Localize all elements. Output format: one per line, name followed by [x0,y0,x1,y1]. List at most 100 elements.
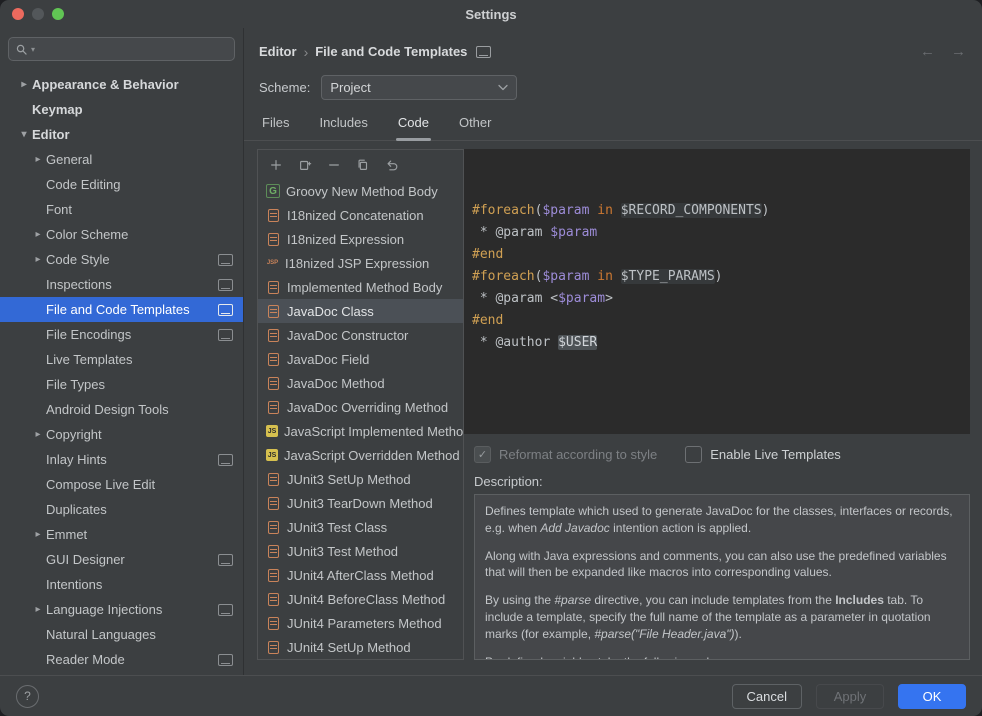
sidebar-item-label: Inlay Hints [46,452,107,467]
sidebar-item-appearance-behavior[interactable]: ▸Appearance & Behavior [0,72,243,97]
sidebar-item-copyright[interactable]: ▸Copyright [0,422,243,447]
reset-template-icon[interactable] [384,157,400,173]
template-item-i18nized-concatenation[interactable]: I18nized Concatenation [258,203,463,227]
breadcrumb-editor[interactable]: Editor [259,44,297,59]
sidebar-item-code-style[interactable]: ▸Code Style [0,247,243,272]
template-item-junit3-test-class[interactable]: JUnit3 Test Class [258,515,463,539]
chevron-right-icon[interactable]: ▸ [30,429,46,440]
template-item-javadoc-field[interactable]: JavaDoc Field [258,347,463,371]
scheme-label: Scheme: [259,80,310,95]
template-item-junit4-parameters-method[interactable]: JUnit4 Parameters Method [258,611,463,635]
sidebar-item-intentions[interactable]: Intentions [0,572,243,597]
sidebar-item-general[interactable]: ▸General [0,147,243,172]
search-icon [15,43,28,56]
apply-button[interactable]: Apply [816,684,884,709]
template-item-javadoc-constructor[interactable]: JavaDoc Constructor [258,323,463,347]
sidebar-item-editor[interactable]: ▾Editor [0,122,243,147]
search-history-icon[interactable]: ▾ [31,45,35,54]
template-editor-code: #foreach($param in $RECORD_COMPONENTS) *… [472,200,962,354]
chevron-right-icon[interactable]: ▸ [30,254,46,265]
sidebar-item-compose-live-edit[interactable]: Compose Live Edit [0,472,243,497]
template-item-javadoc-method[interactable]: JavaDoc Method [258,371,463,395]
chevron-right-icon[interactable]: ▸ [16,79,32,90]
sidebar-item-file-types[interactable]: File Types [0,372,243,397]
back-arrow-icon[interactable]: ← [920,43,935,60]
project-override-icon [218,554,233,566]
tab-code[interactable]: Code [396,113,431,140]
sidebar-item-android-design-tools[interactable]: Android Design Tools [0,397,243,422]
live-templates-option: Enable Live Templates [685,446,841,463]
template-item-label: JavaScript Overridden Method Body [284,448,463,463]
chevron-right-icon[interactable]: ▸ [30,529,46,540]
code-line: * @author $USER [472,332,962,354]
tmpl-file-icon [268,281,279,294]
template-item-junit4-setup-method[interactable]: JUnit4 SetUp Method [258,635,463,659]
enable-live-templates-checkbox[interactable] [685,446,702,463]
chevron-right-icon[interactable]: ▸ [30,229,46,240]
chevron-down-icon[interactable]: ▾ [16,129,32,140]
sidebar-item-keymap[interactable]: Keymap [0,97,243,122]
project-override-icon [218,279,233,291]
description-label: Description: [474,474,970,489]
sidebar-item-emmet[interactable]: ▸Emmet [0,522,243,547]
template-editor[interactable]: #foreach($param in $RECORD_COMPONENTS) *… [464,149,970,434]
sidebar-item-file-and-code-templates[interactable]: File and Code Templates [0,297,243,322]
sidebar-item-color-scheme[interactable]: ▸Color Scheme [0,222,243,247]
template-item-javascript-overridden-method-body[interactable]: JSJavaScript Overridden Method Body [258,443,463,467]
ok-button[interactable]: OK [898,684,966,709]
sidebar-item-inspections[interactable]: Inspections [0,272,243,297]
template-item-i18nized-expression[interactable]: I18nized Expression [258,227,463,251]
tab-includes[interactable]: Includes [317,113,369,140]
search-field[interactable]: ▾ [8,37,235,61]
remove-template-icon[interactable] [326,157,342,173]
code-line: #foreach($param in $RECORD_COMPONENTS) [472,200,962,222]
cancel-button[interactable]: Cancel [732,684,802,709]
breadcrumb-file-and-code-templates[interactable]: File and Code Templates [315,44,467,59]
sidebar-item-natural-languages[interactable]: Natural Languages [0,622,243,647]
sidebar-item-duplicates[interactable]: Duplicates [0,497,243,522]
template-item-javadoc-class[interactable]: JavaDoc Class [258,299,463,323]
sidebar-item-language-injections[interactable]: ▸Language Injections [0,597,243,622]
sidebar-item-reader-mode[interactable]: Reader Mode [0,647,243,672]
template-item-javascript-implemented-method-body[interactable]: JSJavaScript Implemented Method Body [258,419,463,443]
template-item-junit3-teardown-method[interactable]: JUnit3 TearDown Method [258,491,463,515]
scheme-select[interactable]: Project [321,75,517,100]
tmpl-file-icon [268,545,279,558]
template-item-junit3-test-method[interactable]: JUnit3 Test Method [258,539,463,563]
settings-main: Editor › File and Code Templates ← → Sch… [244,28,982,675]
tmpl-file-icon [268,305,279,318]
chevron-right-icon[interactable]: ▸ [30,604,46,615]
search-input[interactable] [38,41,228,58]
add-template-icon[interactable] [268,157,284,173]
create-child-template-icon[interactable] [297,157,313,173]
settings-dialog: Settings ▾ ▸Appearance & BehaviorKeymap▾… [0,0,982,716]
sidebar-item-label: Emmet [46,527,87,542]
chevron-right-icon[interactable]: ▸ [30,154,46,165]
sidebar-item-inlay-hints[interactable]: Inlay Hints [0,447,243,472]
template-item-junit4-afterclass-method[interactable]: JUnit4 AfterClass Method [258,563,463,587]
reformat-option: ✓ Reformat according to style [474,446,657,463]
template-item-junit4-beforeclass-method[interactable]: JUnit4 BeforeClass Method [258,587,463,611]
template-item-implemented-method-body[interactable]: Implemented Method Body [258,275,463,299]
template-item-javadoc-overriding-method[interactable]: JavaDoc Overriding Method [258,395,463,419]
tab-other[interactable]: Other [457,113,494,140]
sidebar-item-font[interactable]: Font [0,197,243,222]
help-button[interactable]: ? [16,685,39,708]
copy-template-icon[interactable] [355,157,371,173]
tmpl-file-icon [268,617,279,630]
sidebar-item-label: Code Style [46,252,110,267]
template-item-groovy-new-method-body[interactable]: GGroovy New Method Body [258,179,463,203]
tab-files[interactable]: Files [260,113,291,140]
template-item-i18nized-jsp-expression[interactable]: JSPI18nized JSP Expression [258,251,463,275]
sidebar-item-label: File Types [46,377,105,392]
template-item-label: JUnit4 AfterClass Method [287,568,434,583]
sidebar-item-label: Appearance & Behavior [32,77,179,92]
sidebar-item-file-encodings[interactable]: File Encodings [0,322,243,347]
reformat-checkbox[interactable]: ✓ [474,446,491,463]
sidebar-item-live-templates[interactable]: Live Templates [0,347,243,372]
sidebar-item-code-editing[interactable]: Code Editing [0,172,243,197]
sidebar-item-label: Duplicates [46,502,107,517]
sidebar-item-gui-designer[interactable]: GUI Designer [0,547,243,572]
template-item-junit3-setup-method[interactable]: JUnit3 SetUp Method [258,467,463,491]
forward-arrow-icon[interactable]: → [951,43,966,60]
